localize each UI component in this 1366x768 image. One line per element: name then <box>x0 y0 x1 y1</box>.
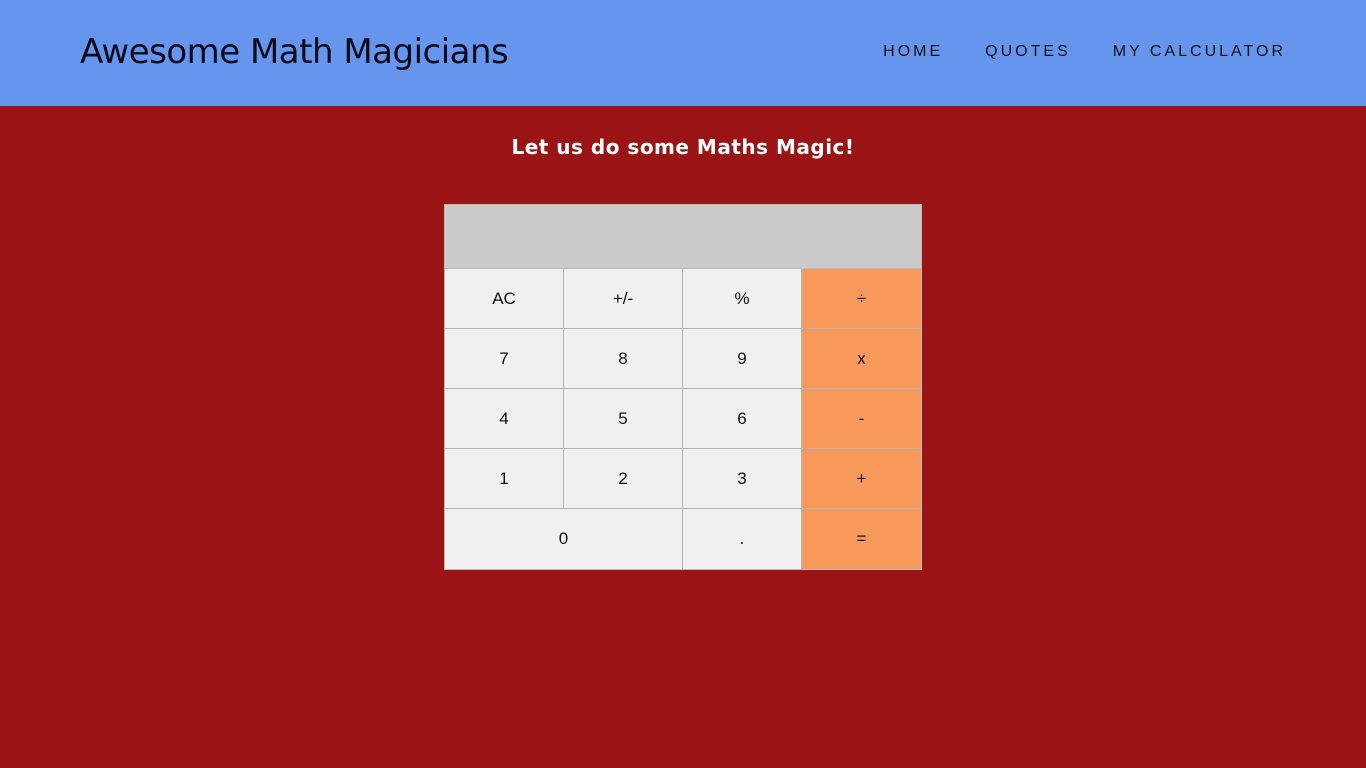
site-header: Awesome Math Magicians HOME QUOTES MY CA… <box>0 0 1366 106</box>
key-3[interactable]: 3 <box>683 449 802 509</box>
key-percent[interactable]: % <box>683 269 802 329</box>
key-2[interactable]: 2 <box>564 449 683 509</box>
key-4[interactable]: 4 <box>445 389 564 449</box>
key-6[interactable]: 6 <box>683 389 802 449</box>
nav-link-my-calculator[interactable]: MY CALCULATOR <box>1113 43 1286 61</box>
key-0[interactable]: 0 <box>445 509 683 569</box>
key-5[interactable]: 5 <box>564 389 683 449</box>
key-7[interactable]: 7 <box>445 329 564 389</box>
calculator-display <box>445 205 921 269</box>
key-subtract[interactable]: - <box>802 389 921 449</box>
key-decimal[interactable]: . <box>683 509 802 569</box>
nav-link-home[interactable]: HOME <box>883 43 943 61</box>
calculator: AC +/- % ÷ 7 8 9 x 4 5 6 - 1 2 3 + 0 . = <box>444 204 922 570</box>
key-toggle-sign[interactable]: +/- <box>564 269 683 329</box>
site-title: Awesome Math Magicians <box>80 32 509 72</box>
calculator-keypad: AC +/- % ÷ 7 8 9 x 4 5 6 - 1 2 3 + 0 . = <box>445 269 921 569</box>
main-nav: HOME QUOTES MY CALCULATOR <box>883 43 1286 61</box>
nav-link-quotes[interactable]: QUOTES <box>985 43 1071 61</box>
key-1[interactable]: 1 <box>445 449 564 509</box>
key-all-clear[interactable]: AC <box>445 269 564 329</box>
key-8[interactable]: 8 <box>564 329 683 389</box>
key-equals[interactable]: = <box>802 509 921 569</box>
key-9[interactable]: 9 <box>683 329 802 389</box>
page-tagline: Let us do some Maths Magic! <box>511 135 855 159</box>
key-divide[interactable]: ÷ <box>802 269 921 329</box>
key-add[interactable]: + <box>802 449 921 509</box>
key-multiply[interactable]: x <box>802 329 921 389</box>
